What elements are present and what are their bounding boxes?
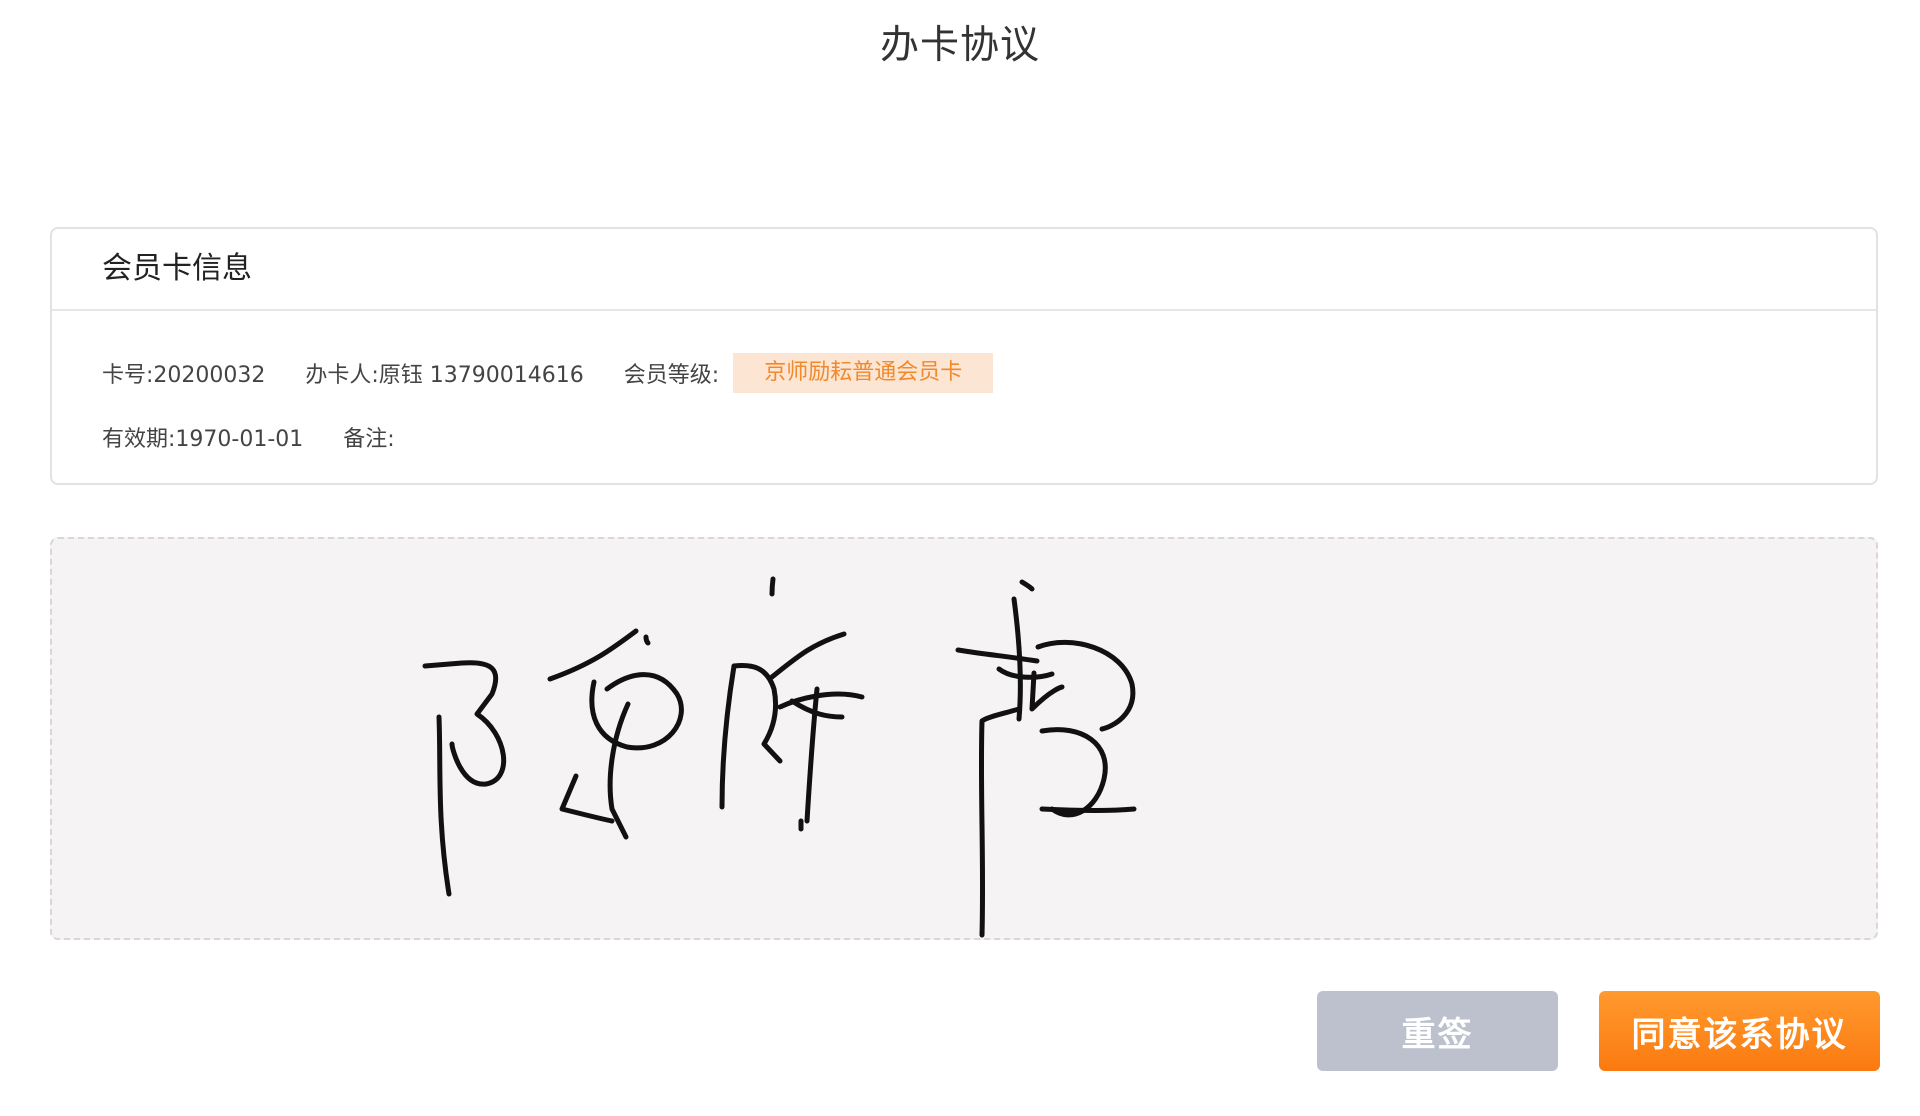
agree-agreement-button[interactable]: 同意该系协议 <box>1599 991 1880 1071</box>
card-number: 卡号:20200032 <box>102 363 266 388</box>
resign-button[interactable]: 重签 <box>1317 991 1558 1071</box>
member-level-badge: 京师励耘普通会员卡 <box>733 353 994 393</box>
member-level: 会员等级: 京师励耘普通会员卡 <box>623 353 994 393</box>
remark: 备注: <box>343 427 395 452</box>
signature-pad[interactable] <box>50 537 1878 940</box>
info-row-secondary: 有效期:1970-01-01 备注: <box>102 417 395 457</box>
card-agreement-page: 办卡协议 会员卡信息 卡号:20200032 办卡人:原钰 1379001461… <box>0 0 1920 1116</box>
info-row-primary: 卡号:20200032 办卡人:原钰 13790014616 会员等级: 京师励… <box>102 353 994 393</box>
member-card-info-panel: 会员卡信息 卡号:20200032 办卡人:原钰 13790014616 会员等… <box>50 227 1878 485</box>
handwritten-signature <box>422 576 1137 938</box>
applicant: 办卡人:原钰 13790014616 <box>305 363 584 388</box>
panel-header: 会员卡信息 <box>52 229 1876 311</box>
member-level-label: 会员等级: <box>623 363 720 388</box>
page-title: 办卡协议 <box>879 23 1040 68</box>
expiry-date: 有效期:1970-01-01 <box>102 427 304 452</box>
